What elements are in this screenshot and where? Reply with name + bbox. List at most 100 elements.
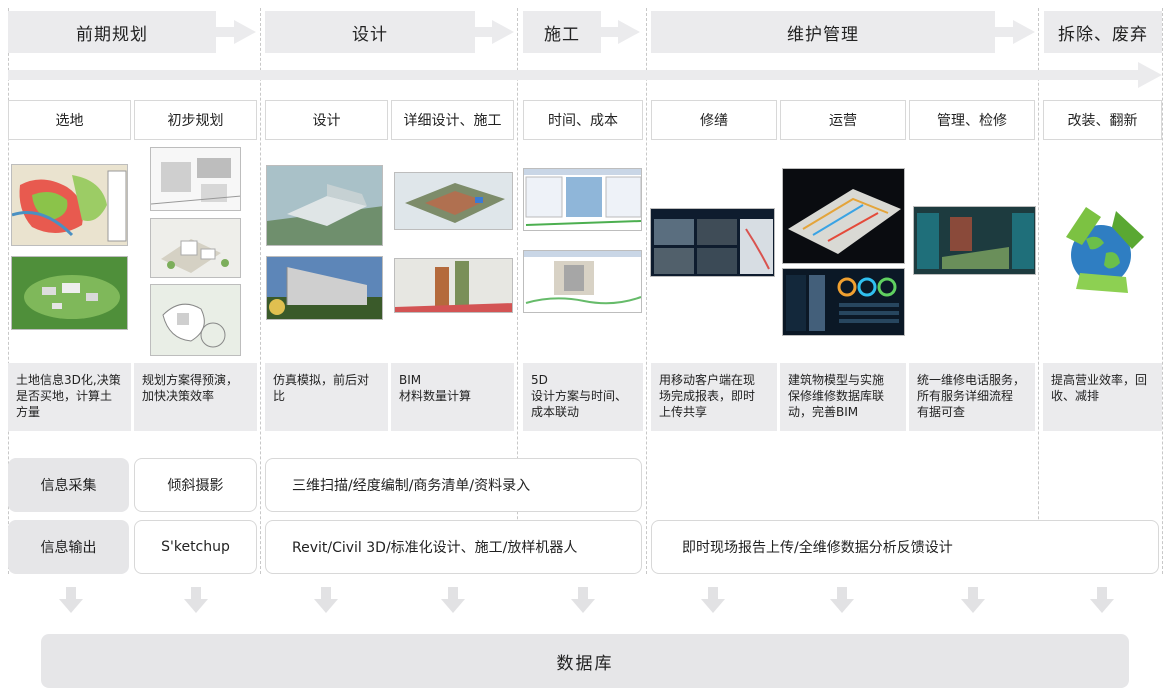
- stage-label: 管理、检修: [937, 113, 1007, 129]
- phase-maintenance: 维护管理: [651, 11, 995, 53]
- timeline-bar: [8, 70, 1146, 80]
- phase-arrow: [995, 27, 1015, 37]
- phase-arrow-head: [1013, 20, 1035, 44]
- stage-description: 用移动客户端在现 场完成报表，即时 上传共享: [651, 363, 777, 431]
- stage-operation: 运营: [780, 100, 906, 140]
- design-photo-drawing: [267, 257, 382, 319]
- timeline-arrow-head: [1138, 62, 1162, 88]
- info-output-item: S'ketchup: [134, 520, 257, 574]
- info-output-item-text: Revit/Civil 3D/标准化设计、施工/放样机器人: [292, 540, 578, 556]
- stage-renovation: 改装、翻新: [1043, 100, 1162, 140]
- stage-description: 建筑物模型与实施 保修维修数据库联 动，完善BIM: [780, 363, 906, 431]
- stage-description: 5D 设计方案与时间、 成本联动: [523, 363, 643, 431]
- plan-3d-image: [150, 218, 241, 278]
- stage-design: 设计: [265, 100, 388, 140]
- stage-label: 初步规划: [167, 113, 224, 129]
- down-arrow-icon: [1090, 587, 1114, 613]
- phase-divider: [260, 8, 261, 574]
- info-collect-item-text: 倾斜摄影: [167, 478, 224, 494]
- info-output-item-text: S'ketchup: [161, 539, 230, 555]
- stage-detailed-design: 详细设计、施工: [391, 100, 514, 140]
- aerial-drawing: [12, 257, 127, 329]
- bim-tower-drawing: [395, 259, 512, 312]
- info-collect-item-text: 三维扫描/经度编制/商务清单/资料录入: [292, 478, 531, 494]
- phase-divider: [1162, 8, 1163, 574]
- phase-arrow-head: [492, 20, 514, 44]
- phase-arrow: [216, 27, 236, 37]
- schedule-software-image: [523, 168, 642, 231]
- down-arrow-icon: [59, 587, 83, 613]
- operation-model-drawing: [783, 169, 904, 263]
- plan-sketch-image: [150, 147, 241, 211]
- down-arrow-icon: [830, 587, 854, 613]
- info-output-label-text: 信息输出: [40, 540, 97, 556]
- database-label: 数据库: [556, 653, 614, 674]
- plan-sketch-drawing: [151, 148, 240, 210]
- operation-dashboard-drawing: [783, 269, 904, 335]
- stage-description: 土地信息3D化,决策 是否买地，计算土 方量: [8, 363, 131, 431]
- recycle-globe-drawing: [1066, 207, 1144, 293]
- stage-label: 修缮: [700, 113, 728, 129]
- info-collect-item: 倾斜摄影: [134, 458, 257, 512]
- down-arrow-icon: [441, 587, 465, 613]
- stage-preliminary-planning: 初步规划: [134, 100, 257, 140]
- info-output-item: Revit/Civil 3D/标准化设计、施工/放样机器人: [265, 520, 642, 574]
- cost-software-image: [523, 250, 642, 313]
- phase-arrow-head: [618, 20, 640, 44]
- phase-design: 设计: [265, 11, 475, 53]
- info-collect-label: 信息采集: [8, 458, 129, 512]
- aerial-site-image: [11, 256, 128, 330]
- bim-site-image: [394, 172, 513, 230]
- stage-description: 规划方案得预演， 加快决策效率: [134, 363, 257, 431]
- stage-label: 选地: [55, 113, 84, 129]
- plan-3d-drawing: [151, 219, 240, 277]
- plan-model-drawing: [151, 285, 240, 355]
- cost-software-drawing: [524, 251, 641, 312]
- design-render-drawing: [267, 166, 382, 245]
- stage-description: 统一维修电话服务， 所有服务详细流程 有据可查: [909, 363, 1035, 431]
- monitoring-screen-drawing: [651, 209, 774, 276]
- bim-tower-image: [394, 258, 513, 313]
- monitoring-screen-image: [650, 208, 775, 277]
- stage-label: 运营: [829, 113, 857, 129]
- phase-planning: 前期规划: [8, 11, 216, 53]
- down-arrow-icon: [571, 587, 595, 613]
- info-collect-label-text: 信息采集: [40, 478, 97, 494]
- design-render-image: [266, 165, 383, 246]
- management-dashboard-image: [913, 206, 1036, 275]
- stage-description: 提高营业效率，回 收、减排: [1043, 363, 1162, 431]
- operation-dashboard-image: [782, 268, 905, 336]
- stage-time-cost: 时间、成本: [523, 100, 643, 140]
- stage-management: 管理、检修: [909, 100, 1035, 140]
- phase-construction: 施工: [523, 11, 601, 53]
- phase-demolition: 拆除、废弃: [1044, 11, 1162, 53]
- stage-label: 改装、翻新: [1067, 113, 1138, 129]
- stage-label: 详细设计、施工: [403, 113, 502, 129]
- phase-label: 拆除、废弃: [1058, 24, 1148, 45]
- phase-divider: [1038, 8, 1039, 574]
- phase-divider: [646, 8, 647, 574]
- bim-site-drawing: [395, 173, 512, 229]
- stage-description: 仿真模拟，前后对 比: [265, 363, 388, 431]
- phase-label: 设计: [352, 24, 388, 45]
- down-arrow-icon: [701, 587, 725, 613]
- design-photo-image: [266, 256, 383, 320]
- info-output-label: 信息输出: [8, 520, 129, 574]
- down-arrow-icon: [961, 587, 985, 613]
- info-output-item-text: 即时现场报告上传/全维修数据分析反馈设计: [682, 540, 953, 556]
- site-map-drawing: [12, 165, 127, 245]
- info-collect-item: 三维扫描/经度编制/商务清单/资料录入: [265, 458, 642, 512]
- operation-model-image: [782, 168, 905, 264]
- down-arrow-icon: [314, 587, 338, 613]
- down-arrow-icon: [184, 587, 208, 613]
- phase-label: 施工: [544, 24, 580, 45]
- phase-label: 维护管理: [787, 24, 859, 45]
- stage-label: 时间、成本: [548, 113, 618, 129]
- stage-repair: 修缮: [651, 100, 777, 140]
- stage-site-selection: 选地: [8, 100, 131, 140]
- management-dashboard-drawing: [914, 207, 1035, 274]
- schedule-software-drawing: [524, 169, 641, 230]
- recycle-globe-image: [1046, 197, 1156, 307]
- site-map-image: [11, 164, 128, 246]
- phase-arrow-head: [234, 20, 256, 44]
